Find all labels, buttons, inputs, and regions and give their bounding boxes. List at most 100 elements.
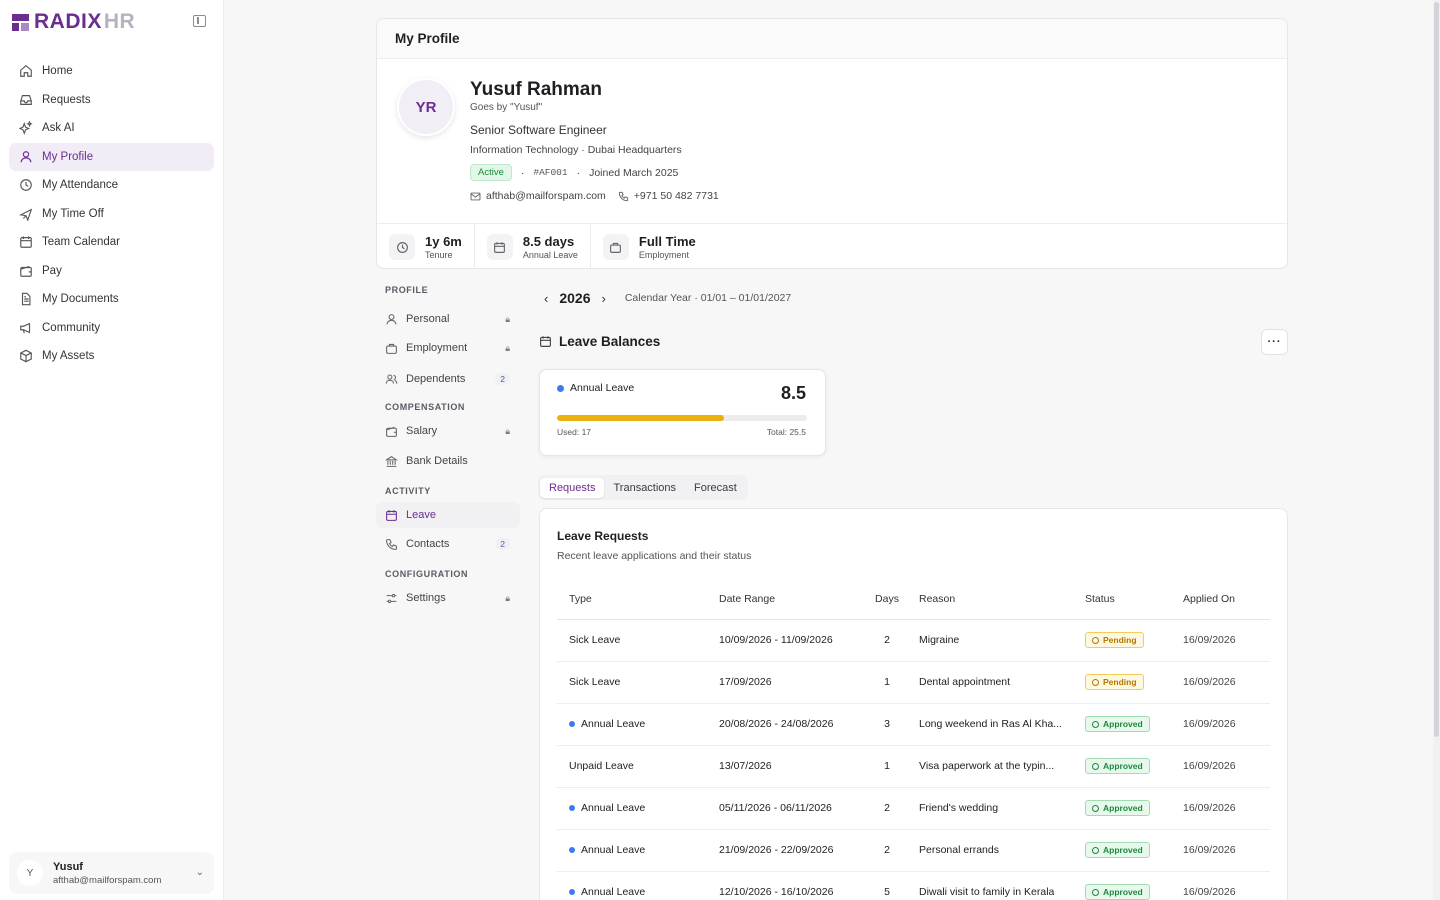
section-heading: ACTIVITY bbox=[385, 486, 431, 496]
leave-type: Annual Leave bbox=[581, 718, 646, 730]
cell-days: 1 bbox=[867, 661, 907, 704]
leave-type: Sick Leave bbox=[569, 634, 621, 646]
column-header: Date Range bbox=[707, 579, 867, 620]
users-icon bbox=[385, 374, 398, 384]
brand-logo[interactable]: RADIX HR bbox=[12, 10, 135, 34]
nav-label: My Profile bbox=[42, 150, 94, 163]
cell-status: Approved bbox=[1073, 871, 1171, 900]
logo-mark-icon bbox=[12, 13, 29, 31]
cell-days: 3 bbox=[867, 703, 907, 746]
chevron-right-icon[interactable]: › bbox=[602, 291, 606, 306]
table-row[interactable]: Sick Leave 10/09/2026 - 11/09/2026 2 Migrai… bbox=[557, 619, 1270, 662]
status-badge: Approved bbox=[1085, 716, 1150, 732]
subnav-bank-details[interactable]: Bank Details bbox=[376, 448, 520, 474]
subnav-label: Dependents bbox=[406, 373, 466, 385]
subnav-leave[interactable]: Leave bbox=[376, 502, 520, 528]
table-row[interactable]: Annual Leave 05/11/2026 - 06/11/2026 2 Frie… bbox=[557, 787, 1270, 830]
briefcase-icon bbox=[386, 343, 397, 354]
nav-item-ask-ai[interactable]: Ask AI bbox=[9, 114, 214, 142]
scrollbar-thumb[interactable] bbox=[1434, 2, 1439, 737]
leave-used: Used: 17 bbox=[557, 427, 592, 437]
subnav-salary[interactable]: Salary 🔒︎ bbox=[376, 418, 520, 444]
tab-forecast[interactable]: Forecast bbox=[685, 478, 746, 498]
sparkles-icon bbox=[19, 121, 33, 135]
cell-days: 2 bbox=[867, 787, 907, 830]
status-text: Approved bbox=[1103, 761, 1143, 771]
card-subtitle: Recent leave applications and their stat… bbox=[557, 550, 752, 562]
leave-requests-table: Type Date Range Days Reason Status Appli… bbox=[557, 579, 1270, 900]
nav-item-my-documents[interactable]: My Documents bbox=[9, 285, 214, 313]
cell-reason: Visa paperwork at the typin... bbox=[907, 745, 1073, 788]
subnav-settings[interactable]: Settings 🔒︎ bbox=[376, 585, 520, 611]
cell-type: Annual Leave bbox=[557, 871, 707, 900]
nav-label: Ask AI bbox=[42, 122, 75, 134]
nav-item-my-attendance[interactable]: My Attendance bbox=[9, 171, 214, 199]
nav-item-community[interactable]: Community bbox=[9, 314, 214, 342]
nav-item-my-assets[interactable]: My Assets bbox=[9, 342, 214, 370]
annual-leave-balance-card[interactable]: Annual Leave 8.5 Used: 17 Total: 25.5 bbox=[539, 369, 826, 456]
nav-item-pay[interactable]: Pay bbox=[9, 257, 214, 285]
nav-item-team-calendar[interactable]: Team Calendar bbox=[9, 228, 214, 256]
phone-link[interactable]: +971 50 482 7731 bbox=[618, 190, 719, 202]
chevron-left-icon[interactable]: ‹ bbox=[544, 291, 548, 306]
leave-requests-card: Leave Requests Recent leave applications… bbox=[539, 508, 1288, 900]
nav-item-my-time-off[interactable]: My Time Off bbox=[9, 200, 214, 228]
subnav-personal[interactable]: Personal 🔒︎ bbox=[376, 306, 520, 332]
profile-phone: +971 50 482 7731 bbox=[633, 190, 719, 202]
lock-icon: 🔒︎ bbox=[505, 425, 510, 436]
status-text: Approved bbox=[1103, 803, 1143, 813]
wallet-icon bbox=[386, 426, 397, 437]
lock-icon: 🔒︎ bbox=[505, 592, 510, 603]
cell-applied-on: 16/09/2026 bbox=[1171, 745, 1270, 788]
calendar-icon bbox=[386, 509, 397, 521]
status-badge: Pending bbox=[1085, 674, 1144, 690]
cell-reason: Long weekend in Ras Al Kha... bbox=[907, 703, 1073, 746]
collapse-sidebar-icon[interactable] bbox=[193, 15, 206, 27]
inbox-icon bbox=[20, 94, 32, 105]
nav-item-requests[interactable]: Requests bbox=[9, 86, 214, 114]
tab-transactions[interactable]: Transactions bbox=[604, 478, 685, 498]
cell-type: Annual Leave bbox=[557, 787, 707, 830]
joined-date: Joined March 2025 bbox=[589, 166, 679, 179]
check-circle-icon bbox=[1092, 762, 1099, 770]
clock-icon bbox=[1092, 636, 1099, 644]
chevron-down-icon[interactable]: ⌄ bbox=[196, 867, 204, 878]
subnav-employment[interactable]: Employment 🔒︎ bbox=[376, 335, 520, 361]
stat-label: Annual Leave bbox=[522, 250, 578, 260]
main-nav: Home Requests Ask AI My Profile My Atten… bbox=[9, 57, 214, 371]
leave-balances-heading: Leave Balances bbox=[539, 334, 660, 349]
scrollbar[interactable] bbox=[1433, 0, 1440, 900]
user-menu[interactable]: Y Yusuf afthab@mailforspam.com ⌄ bbox=[9, 852, 214, 894]
separator: · bbox=[520, 166, 525, 179]
status-text: Approved bbox=[1103, 845, 1143, 855]
cell-status: Pending bbox=[1073, 661, 1171, 704]
section-heading: COMPENSATION bbox=[385, 402, 466, 412]
nav-label: Home bbox=[42, 65, 73, 77]
more-options-button[interactable]: ··· bbox=[1261, 329, 1288, 355]
table-row[interactable]: Unpaid Leave 13/07/2026 1 Visa paperwork at… bbox=[557, 745, 1270, 788]
cell-reason: Diwali visit to family in Kerala bbox=[907, 871, 1073, 900]
sidebar: RADIX HR Home Requests Ask AI My Profile … bbox=[0, 0, 224, 900]
year-selector: ‹ 2026 › Calendar Year · 01/01 – 01/01/2… bbox=[544, 290, 791, 306]
nav-item-home[interactable]: Home bbox=[9, 57, 214, 85]
nav-item-my-profile[interactable]: My Profile bbox=[9, 142, 214, 171]
subnav-contacts[interactable]: Contacts 2 bbox=[376, 531, 520, 557]
nav-label: My Documents bbox=[42, 293, 119, 305]
table-row[interactable]: Sick Leave 17/09/2026 1 Dental appointment P… bbox=[557, 661, 1270, 704]
email-link[interactable]: afthab@mailforspam.com bbox=[470, 190, 606, 202]
table-row[interactable]: Annual Leave 21/09/2026 - 22/09/2026 2 Pers… bbox=[557, 829, 1270, 872]
cell-days: 1 bbox=[867, 745, 907, 788]
cell-date-range: 17/09/2026 bbox=[707, 661, 867, 704]
mail-icon bbox=[470, 192, 481, 200]
table-row[interactable]: Annual Leave 12/10/2026 - 16/10/2026 5 Diwa… bbox=[557, 871, 1270, 900]
leave-type-dot bbox=[569, 805, 575, 811]
leave-total: Total: 25.5 bbox=[766, 427, 806, 437]
plane-icon bbox=[19, 208, 33, 221]
cell-date-range: 05/11/2026 - 06/11/2026 bbox=[707, 787, 867, 830]
profile-stats: 1y 6m Tenure 8.5 days Annual Leave Full Ti… bbox=[377, 223, 1287, 268]
leave-type-dot bbox=[569, 889, 575, 895]
calendar-icon bbox=[540, 336, 551, 347]
subnav-dependents[interactable]: Dependents 2 bbox=[376, 366, 520, 392]
tab-requests[interactable]: Requests bbox=[540, 477, 605, 498]
table-row[interactable]: Annual Leave 20/08/2026 - 24/08/2026 3 Long… bbox=[557, 703, 1270, 746]
